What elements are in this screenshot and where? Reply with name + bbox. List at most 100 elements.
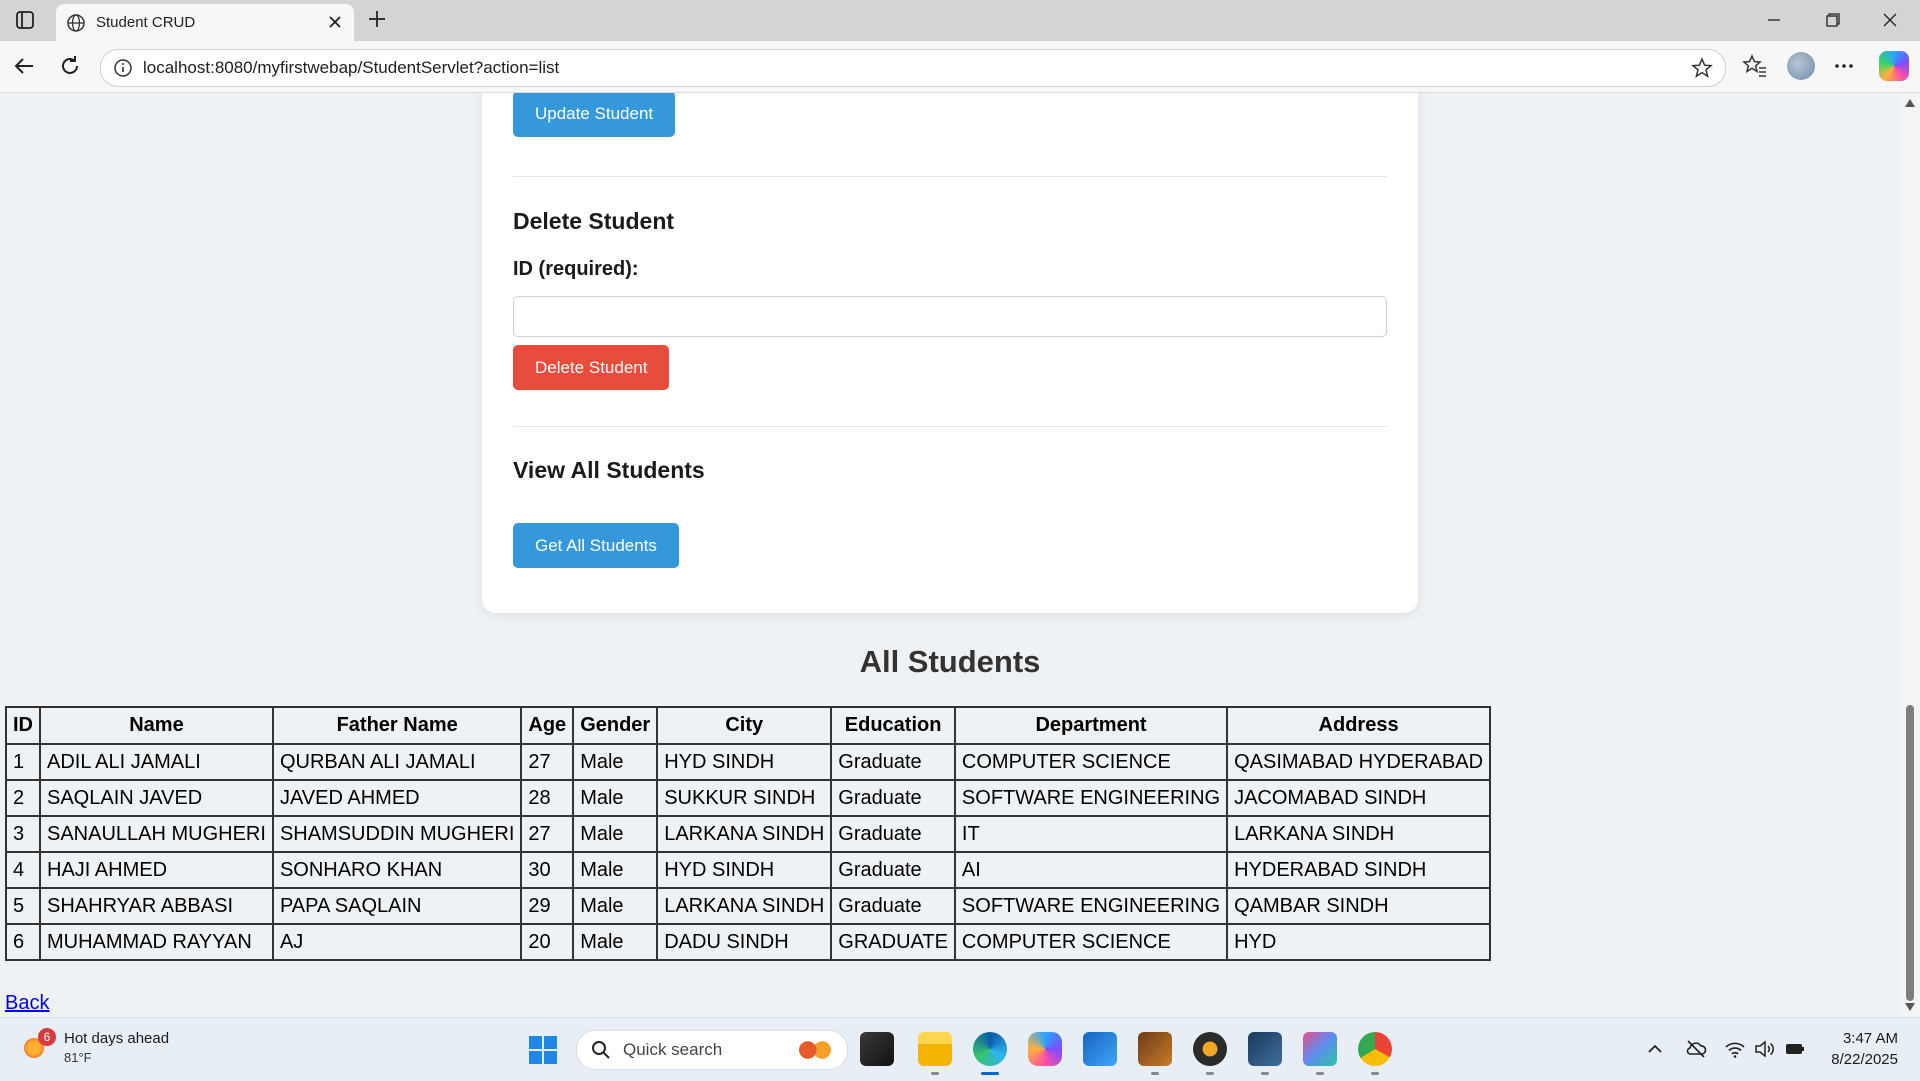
update-student-button[interactable]: Update Student (513, 93, 676, 137)
back-arrow-icon[interactable] (11, 53, 37, 79)
cell-name: ADIL ALI JAMALI (39, 743, 274, 781)
cell-name: SHAHRYAR ABBASI (39, 887, 274, 925)
info-icon[interactable] (113, 58, 133, 78)
column-header-id: ID (5, 706, 41, 745)
search-placeholder: Quick search (623, 1040, 723, 1059)
profile-avatar[interactable] (1787, 52, 1815, 80)
cell-id: 3 (5, 815, 41, 853)
cell-city: HYD SINDH (656, 743, 833, 781)
cell-department: IT (953, 815, 1229, 853)
minimize-icon[interactable] (1760, 8, 1788, 32)
app-running-indicator (1206, 1072, 1214, 1075)
column-header-gender: Gender (572, 706, 659, 745)
taskbar-search[interactable]: Quick search (576, 1030, 848, 1070)
window-close-icon[interactable] (1876, 8, 1904, 32)
file-explorer-icon[interactable] (918, 1032, 952, 1066)
search-highlight-icon (797, 1037, 833, 1063)
cell-address: HYDERABAD SINDH (1226, 851, 1492, 889)
column-header-address: Address (1226, 706, 1492, 745)
cell-father-name: SONHARO KHAN (271, 851, 523, 889)
cell-department: AI (953, 851, 1229, 889)
cell-address: HYD (1226, 923, 1492, 961)
java-app-icon[interactable] (1138, 1032, 1172, 1066)
cell-age: 28 (520, 779, 575, 817)
cell-city: LARKANA SINDH (656, 815, 833, 853)
browser-tab[interactable]: Student CRUD (56, 4, 354, 41)
edge-browser-icon[interactable] (973, 1032, 1007, 1066)
cell-age: 27 (520, 815, 575, 853)
crud-form-card: Update Student Delete Student ID (requir… (482, 93, 1418, 613)
delete-id-label: ID (required): (513, 258, 639, 280)
cell-department: COMPUTER SCIENCE (953, 923, 1229, 961)
windows-taskbar: 6 Hot days ahead 81°F Quick search 3:47 … (0, 1017, 1920, 1081)
media-player-icon[interactable] (1193, 1032, 1227, 1066)
copilot-app-icon[interactable] (1028, 1032, 1062, 1066)
volume-icon[interactable] (1753, 1038, 1775, 1060)
microsoft-store-icon[interactable] (1083, 1032, 1117, 1066)
browser-titlebar: Student CRUD (0, 0, 1920, 42)
url-text: localhost:8080/myfirstwebap/StudentServl… (143, 58, 560, 77)
app-running-indicator (1261, 1072, 1269, 1075)
restore-icon[interactable] (1818, 8, 1846, 32)
chrome-browser-icon[interactable] (1358, 1032, 1392, 1066)
tab-actions-icon[interactable] (14, 9, 36, 31)
cell-id: 1 (5, 743, 41, 781)
battery-icon[interactable] (1784, 1038, 1806, 1060)
page-viewport: Update Student Delete Student ID (requir… (0, 93, 1900, 1017)
favorites-icon[interactable] (1742, 53, 1768, 79)
cell-address: JACOMABAD SINDH (1226, 779, 1492, 817)
students-table: ID Name Father Name Age Gender City Educ… (5, 706, 1492, 961)
ide-app-icon[interactable] (1303, 1032, 1337, 1066)
scroll-up-arrow-icon[interactable] (1905, 99, 1915, 107)
clock-time[interactable]: 3:47 AM (1828, 1030, 1898, 1047)
table-row: 4 HAJI AHMED SONHARO KHAN 30 Male HYD SI… (5, 851, 1492, 889)
windows-start-icon[interactable] (528, 1035, 558, 1065)
copilot-icon[interactable] (1879, 51, 1909, 81)
delete-id-input[interactable] (513, 296, 1387, 337)
favorite-star-icon[interactable] (1691, 57, 1713, 79)
cell-gender: Male (572, 851, 659, 889)
cell-gender: Male (572, 923, 659, 961)
column-header-father-name: Father Name (271, 706, 523, 745)
cell-age: 27 (520, 743, 575, 781)
back-link[interactable]: Back (5, 992, 49, 1015)
section-divider (513, 426, 1387, 427)
weather-widget[interactable]: 6 Hot days ahead 81°F (22, 1028, 222, 1072)
clock-date[interactable]: 8/22/2025 (1808, 1051, 1898, 1068)
section-divider (513, 176, 1387, 177)
column-header-name: Name (39, 706, 274, 745)
database-app-icon[interactable] (1248, 1032, 1282, 1066)
wifi-icon[interactable] (1724, 1038, 1746, 1060)
chevron-up-icon[interactable] (1644, 1038, 1666, 1060)
more-options-icon[interactable] (1831, 53, 1857, 79)
cell-education: GRADUATE (830, 923, 956, 961)
scrollbar-thumb[interactable] (1906, 705, 1914, 1001)
cell-id: 4 (5, 851, 41, 889)
address-bar[interactable]: localhost:8080/myfirstwebap/StudentServl… (100, 49, 1726, 87)
get-all-students-button[interactable]: Get All Students (513, 523, 679, 568)
cell-education: Graduate (830, 887, 956, 925)
delete-student-heading: Delete Student (513, 208, 675, 234)
cell-department: SOFTWARE ENGINEERING (953, 779, 1229, 817)
tab-title: Student CRUD (96, 14, 196, 31)
scroll-down-arrow-icon[interactable] (1905, 1003, 1915, 1011)
table-row: 1 ADIL ALI JAMALI QURBAN ALI JAMALI 27 M… (5, 743, 1492, 781)
cell-father-name: AJ (271, 923, 523, 961)
weather-temperature: 81°F (64, 1050, 92, 1065)
column-header-city: City (656, 706, 833, 745)
cell-age: 20 (520, 923, 575, 961)
page-scrollbar[interactable] (1900, 93, 1920, 1017)
cell-father-name: JAVED AHMED (271, 779, 523, 817)
task-view-icon[interactable] (860, 1032, 894, 1066)
close-icon[interactable] (326, 13, 344, 31)
cell-name: HAJI AHMED (39, 851, 274, 889)
delete-student-button[interactable]: Delete Student (513, 345, 670, 390)
cell-city: HYD SINDH (656, 851, 833, 889)
refresh-icon[interactable] (57, 53, 83, 79)
cell-id: 2 (5, 779, 41, 817)
cloud-offline-icon[interactable] (1685, 1038, 1707, 1060)
cell-age: 30 (520, 851, 575, 889)
new-tab-icon[interactable] (366, 8, 388, 30)
cell-name: SAQLAIN JAVED (39, 779, 274, 817)
cell-department: COMPUTER SCIENCE (953, 743, 1229, 781)
